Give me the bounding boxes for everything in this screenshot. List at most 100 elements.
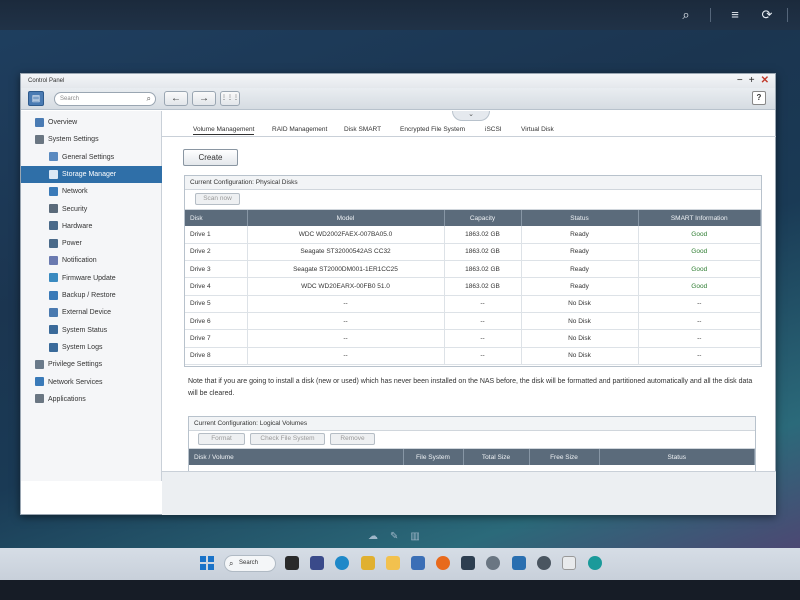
create-button[interactable]: Create [183,149,238,166]
model-cell: -- [247,347,445,365]
table-row[interactable]: Drive 1 WDC WD2002FAEX-007BA05.0 1863.02 G… [185,226,761,244]
tab-encrypted-file-system[interactable]: Encrypted File System [400,126,465,133]
app-icon[interactable] [461,556,475,570]
back-button[interactable]: ← [164,91,188,106]
search-icon[interactable]: ⌕ [147,93,151,105]
sidebar-item-network[interactable]: Network [21,183,162,200]
windows-start-button[interactable] [200,556,214,570]
sync-icon[interactable]: ⟳ [758,6,776,24]
column-header[interactable]: SMART Information [638,210,761,226]
sidebar-item-network-services[interactable]: Network Services [21,374,162,391]
sidebar-item-applications[interactable]: Applications [21,391,162,408]
sidebar-item-label: Overview [48,119,78,126]
sidebar-item-privilege-settings[interactable]: Privilege Settings [21,356,162,373]
model-cell: -- [247,295,445,313]
app-icon[interactable] [588,556,602,570]
maximize-button[interactable]: + [749,74,755,87]
tools-icon[interactable]: ✎ [390,531,398,542]
tab-raid-management[interactable]: RAID Management [272,126,327,133]
collapse-chevron-icon[interactable]: ⌄ [452,111,490,121]
tab-volume-management[interactable]: Volume Management [193,126,255,135]
sidebar-item-hardware[interactable]: Hardware [21,218,162,235]
file-explorer-icon[interactable] [386,556,400,570]
remove-button[interactable]: Remove [330,433,375,445]
column-header[interactable]: Status [599,449,755,465]
disk-cell: Drive 2 [185,243,248,262]
sidebar-item-system-settings[interactable]: System Settings [21,131,162,148]
panel-title: Current Configuration: Physical Disks [185,176,761,190]
tab-disk-smart[interactable]: Disk SMART [344,126,381,133]
column-header[interactable]: Status [521,210,639,226]
sidebar-item-notification[interactable]: Notification [21,252,162,269]
sidebar-item-label: Storage Manager [62,170,117,178]
sidebar-item-label: Power [62,240,82,248]
app-icon[interactable] [486,556,500,570]
sidebar-item-label: Applications [48,395,86,403]
column-header[interactable]: Free Size [529,449,600,465]
app-icon[interactable] [562,556,576,570]
tasks-icon[interactable]: ≡ [726,6,744,24]
tab-virtual-disk[interactable]: Virtual Disk [521,126,554,133]
sidebar-item-general-settings[interactable]: General Settings [21,149,162,166]
app-icon[interactable] [361,556,375,570]
column-header[interactable]: Total Size [463,449,530,465]
smart-cell: Good [638,260,761,279]
cloud-icon[interactable]: ☁ [368,531,378,542]
capacity-cell: -- [444,329,522,348]
status-cell: No Disk [521,329,639,348]
sidebar-item-storage-manager[interactable]: Storage Manager [21,165,162,183]
column-header[interactable]: Model [247,210,445,226]
search-input[interactable]: Search ⌕ [54,92,156,106]
sidebar-item-backup-restore[interactable]: Backup / Restore [21,287,162,304]
forward-button[interactable]: → [192,91,216,106]
panel-title: Current Configuration: Logical Volumes [189,417,755,431]
smart-cell: -- [638,312,761,331]
capacity-cell: -- [444,295,522,313]
home-button[interactable]: ▤ [28,91,44,106]
sidebar-item-label: External Device [62,309,112,317]
settings-icon[interactable] [537,556,551,570]
search-icon[interactable]: ⌕ [677,6,695,24]
minimize-button[interactable]: − [737,74,743,87]
hardware-icon [49,221,58,231]
sidebar: Overview System Settings General Settings S… [21,111,162,481]
tab-iscsi[interactable]: iSCSI [485,126,502,133]
app-icon[interactable] [512,556,526,570]
column-header[interactable]: Capacity [444,210,522,226]
column-header[interactable]: Disk [185,210,248,226]
table-row[interactable]: Drive 2 Seagate ST32000542AS CC32 1863.02 … [185,243,761,262]
model-cell: Seagate ST2000DM001-1ER1CC25 [247,260,445,279]
table-row[interactable]: Drive 7 -- -- No Disk -- [185,329,761,348]
model-cell: WDC WD2002FAEX-007BA05.0 [247,226,445,244]
sidebar-item-external-device[interactable]: External Device [21,304,162,321]
window-icon[interactable]: ▥ [410,531,419,542]
app-icon[interactable] [411,556,425,570]
table-row[interactable]: Drive 5 -- -- No Disk -- [185,295,761,313]
chat-icon[interactable] [310,556,324,570]
format-button[interactable]: Format [198,433,245,445]
apps-grid-button[interactable]: ⋮⋮⋮ [220,91,240,106]
taskview-icon[interactable] [285,556,299,570]
edge-icon[interactable] [335,556,349,570]
table-row[interactable]: Drive 4 WDC WD20EARX-00FB0 51.0 1863.02 GB… [185,277,761,296]
column-header[interactable]: File System [403,449,464,465]
table-row[interactable]: Drive 3 Seagate ST2000DM001-1ER1CC25 1863.… [185,260,761,279]
firefox-icon[interactable] [436,556,450,570]
sidebar-item-power[interactable]: Power [21,235,162,252]
sidebar-item-system-status[interactable]: System Status [21,322,162,339]
sidebar-item-system-logs[interactable]: System Logs [21,339,162,356]
sidebar-item-overview[interactable]: Overview [21,114,162,131]
scan-now-button[interactable]: Scan now [195,193,240,205]
close-button[interactable]: ✕ [761,74,769,87]
table-row[interactable]: Drive 6 -- -- No Disk -- [185,312,761,331]
table-row[interactable]: Drive 8 -- -- No Disk -- [185,347,761,365]
sidebar-item-firmware-update[interactable]: Firmware Update [21,270,162,287]
disk-cell: Drive 5 [185,295,248,313]
taskbar-search[interactable]: ⌕ Search [224,555,276,572]
sidebar-item-security[interactable]: Security [21,201,162,218]
general-settings-icon [49,152,58,162]
column-header[interactable]: Disk / Volume [189,449,404,465]
help-button[interactable]: ? [752,91,766,105]
check-file-system-button[interactable]: Check File System [250,433,325,445]
disk-cell: Drive 7 [185,329,248,348]
